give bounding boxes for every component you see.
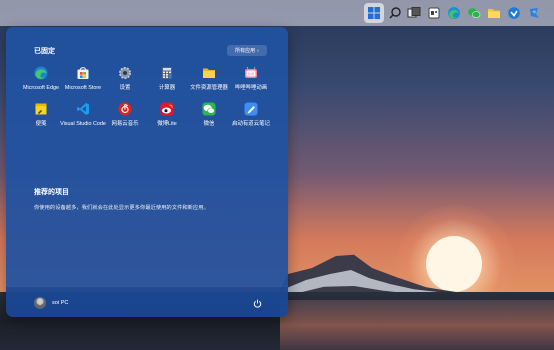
widgets-icon [428, 7, 440, 19]
vscode-icon [76, 102, 90, 116]
recommended-description: 你使用的设备越多，我们就会在此处显示更多你最近使用的文件和新应用。 [34, 205, 209, 211]
water-reflection [280, 300, 554, 350]
recommended-title: 推荐的项目 [34, 189, 69, 196]
pinned-title: 已固定 [34, 48, 55, 55]
taskbar-file-explorer-button[interactable] [484, 3, 504, 23]
netease-music-icon [118, 102, 132, 116]
taskbar-edge-button[interactable] [444, 3, 464, 23]
wechat-icon [468, 8, 481, 19]
search-button[interactable] [385, 3, 405, 23]
avatar[interactable] [34, 297, 46, 309]
sun [426, 236, 482, 292]
folder-icon [202, 66, 216, 80]
calculator-icon [160, 66, 174, 80]
svg-text:bili: bili [248, 71, 254, 76]
feishu-icon [530, 8, 539, 18]
task-view-icon [407, 7, 421, 18]
task-view-button[interactable] [404, 3, 424, 23]
bilibili-icon: bili [244, 66, 258, 80]
search-icon [389, 7, 401, 19]
start-menu: 已固定 所有应用 › Microsoft Edge Microsoft Stor… [6, 27, 288, 317]
pinned-app-youdao-note[interactable]: 启动有道云笔记 [223, 102, 279, 144]
widgets-button[interactable] [424, 3, 444, 23]
app-label: 启动有道云笔记 [232, 121, 270, 127]
settings-icon [118, 66, 132, 80]
edge-icon [34, 66, 48, 80]
start-button[interactable] [364, 3, 384, 23]
youdao-note-icon [244, 102, 258, 116]
edge-icon [448, 7, 460, 19]
user-name[interactable]: soi PC [52, 300, 68, 306]
all-apps-button[interactable]: 所有应用 › [227, 45, 267, 56]
blue-app-icon [508, 7, 520, 19]
windows-logo-icon [368, 7, 380, 19]
power-icon [253, 299, 261, 308]
taskbar-store-button[interactable] [504, 3, 524, 23]
taskbar-feishu-button[interactable] [524, 3, 544, 23]
taskbar-wechat-button[interactable] [464, 3, 484, 23]
taskbar [0, 0, 554, 26]
app-label: 哔哩哔哩动画 [234, 85, 268, 91]
sticky-notes-icon [34, 102, 48, 116]
power-button[interactable] [250, 296, 264, 310]
wechat-icon [202, 102, 216, 116]
folder-icon [488, 9, 500, 18]
weibo-icon [160, 102, 174, 116]
store-icon [76, 66, 90, 80]
start-menu-footer: soi PC [6, 286, 288, 317]
chevron-right-icon: › [257, 47, 259, 54]
all-apps-label: 所有应用 [235, 48, 256, 54]
